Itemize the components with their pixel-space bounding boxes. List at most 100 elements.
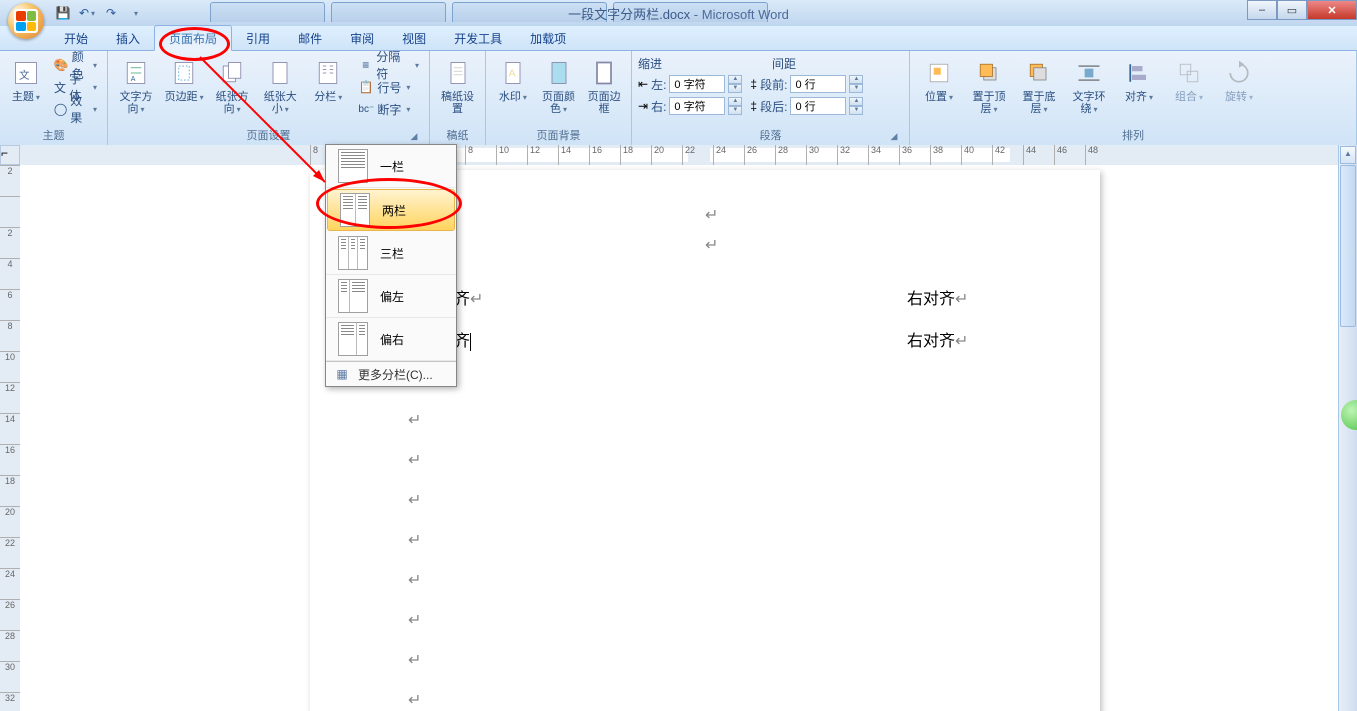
page-color-button[interactable]: 页面颜色▾ xyxy=(538,55,580,118)
position-icon xyxy=(923,57,955,89)
breaks-icon: ≡ xyxy=(358,57,373,73)
taskbar-tab[interactable] xyxy=(613,2,768,22)
fonts-icon: 文 xyxy=(54,79,66,95)
page-border-button[interactable]: 页面边框 xyxy=(583,55,625,117)
paragraph-mark: ↵ xyxy=(408,490,421,510)
watermark-icon: A xyxy=(497,57,529,89)
indent-left-input[interactable] xyxy=(669,75,725,93)
paragraph-mark: ↵ xyxy=(408,610,421,630)
columns-button[interactable]: 分栏▾ xyxy=(306,55,350,106)
save-icon: 💾 xyxy=(56,6,71,20)
columns-left[interactable]: 偏左 xyxy=(326,275,456,318)
spinner-buttons[interactable]: ▲▼ xyxy=(849,97,863,115)
indent-right-icon: ⇥ xyxy=(638,99,648,113)
tab-developer[interactable]: 开发工具 xyxy=(440,26,516,50)
page-color-icon xyxy=(543,57,575,89)
position-button[interactable]: 位置▾ xyxy=(916,55,962,106)
themes-button[interactable]: 文 主题▾ xyxy=(6,55,46,106)
spinner-buttons[interactable]: ▲▼ xyxy=(849,75,863,93)
vertical-ruler[interactable]: 22468101214161820222426283032 xyxy=(0,165,21,711)
text[interactable]: 右对齐 xyxy=(907,333,955,350)
columns-one-icon xyxy=(338,149,368,183)
chevron-down-icon: ▾ xyxy=(134,9,138,18)
page-viewport[interactable]: ↵ ↵ 齐↵ 右对齐↵ 齐 右对齐↵ ↵ ↵ ↵ ↵ ↵ ↵ ↵ ↵ ↵ xyxy=(20,165,1339,711)
group-button[interactable]: 组合▾ xyxy=(1166,55,1212,106)
ribbon: 文 主题▾ 🎨颜色▾ 文字体▾ ◯效果▾ 主题 A文字方向▾ 页边距▾ 纸张方向… xyxy=(0,51,1357,146)
group-label: 页面背景 xyxy=(492,127,625,145)
close-button[interactable]: ✕ xyxy=(1307,0,1357,20)
tab-view[interactable]: 视图 xyxy=(388,26,440,50)
minimize-button[interactable]: – xyxy=(1247,0,1277,20)
tab-page-layout[interactable]: 页面布局 xyxy=(154,25,232,51)
theme-effects[interactable]: ◯效果▾ xyxy=(50,99,101,119)
paper-settings-button[interactable]: 稿纸设置 xyxy=(436,55,479,117)
hyphenation-button[interactable]: bc⁻断字▾ xyxy=(354,99,423,119)
document-area: ⌐ 82468101214161820222426283032343638404… xyxy=(0,145,1357,711)
watermark-button[interactable]: A水印▾ xyxy=(492,55,534,106)
tab-addins[interactable]: 加载项 xyxy=(516,26,580,50)
text-cursor xyxy=(470,333,471,351)
taskbar-tab[interactable] xyxy=(452,2,607,22)
text-direction-button[interactable]: A文字方向▾ xyxy=(114,55,158,118)
size-icon xyxy=(264,57,296,89)
quick-access-toolbar: 💾 ↶▾ ↷ ▾ xyxy=(52,2,146,24)
columns-more-icon: ▦ xyxy=(334,366,350,382)
space-before-icon: ‡ xyxy=(750,77,757,91)
dialog-launcher[interactable]: ◢ xyxy=(887,129,901,143)
redo-button[interactable]: ↷ xyxy=(100,2,122,24)
rotate-button[interactable]: 旋转▾ xyxy=(1216,55,1262,106)
more-columns[interactable]: ▦ 更多分栏(C)... xyxy=(326,362,456,386)
taskbar-tab[interactable] xyxy=(331,2,446,22)
office-button[interactable] xyxy=(8,3,44,39)
space-before-input[interactable] xyxy=(790,75,846,93)
group-icon xyxy=(1173,57,1205,89)
spinner-buttons[interactable]: ▲▼ xyxy=(728,97,742,115)
dropdown-item-label: 偏左 xyxy=(380,288,404,305)
columns-two[interactable]: 两栏 xyxy=(327,189,455,231)
breaks-button[interactable]: ≡分隔符▾ xyxy=(354,55,423,75)
dropdown-item-label: 偏右 xyxy=(380,331,404,348)
paragraph-mark: ↵ xyxy=(408,530,421,550)
space-before-label: 段前: xyxy=(760,76,787,93)
columns-three[interactable]: 三栏 xyxy=(326,232,456,275)
spinner-buttons[interactable]: ▲▼ xyxy=(728,75,742,93)
taskbar-tab[interactable] xyxy=(210,2,325,22)
indent-right-input[interactable] xyxy=(669,97,725,115)
paragraph-mark: ↵ xyxy=(408,450,421,470)
columns-two-icon xyxy=(340,193,370,227)
save-button[interactable]: 💾 xyxy=(52,2,74,24)
send-back-button[interactable]: 置于底层▾ xyxy=(1016,55,1062,118)
scroll-thumb[interactable] xyxy=(1340,165,1356,327)
chevron-down-icon: ▾ xyxy=(91,9,95,18)
bring-front-button[interactable]: 置于顶层▾ xyxy=(966,55,1012,118)
ribbon-tabs: 开始 插入 页面布局 引用 邮件 审阅 视图 开发工具 加载项 xyxy=(0,26,1357,51)
scroll-up-button[interactable]: ▲ xyxy=(1340,146,1356,164)
margins-button[interactable]: 页边距▾ xyxy=(162,55,206,106)
align-button[interactable]: 对齐▾ xyxy=(1116,55,1162,106)
colors-icon: 🎨 xyxy=(54,57,69,73)
columns-right[interactable]: 偏右 xyxy=(326,318,456,361)
maximize-button[interactable]: ▭ xyxy=(1277,0,1307,20)
undo-button[interactable]: ↶▾ xyxy=(76,2,98,24)
tab-home[interactable]: 开始 xyxy=(50,26,102,50)
qat-customize[interactable]: ▾ xyxy=(124,2,146,24)
tab-references[interactable]: 引用 xyxy=(232,26,284,50)
tab-mailings[interactable]: 邮件 xyxy=(284,26,336,50)
columns-one[interactable]: 一栏 xyxy=(326,145,456,188)
space-after-input[interactable] xyxy=(790,97,846,115)
tab-insert[interactable]: 插入 xyxy=(102,26,154,50)
horizontal-ruler[interactable]: 8246810121416182022242628303234363840424… xyxy=(20,145,1339,166)
orientation-button[interactable]: 纸张方向▾ xyxy=(210,55,254,118)
text-wrap-button[interactable]: 文字环绕▾ xyxy=(1066,55,1112,118)
paragraph-mark: ↵ xyxy=(408,570,421,590)
dialog-launcher[interactable]: ◢ xyxy=(407,129,421,143)
paragraph-mark: ↵ xyxy=(705,235,718,255)
text[interactable]: 右对齐 xyxy=(907,291,955,308)
margins-icon xyxy=(168,57,200,89)
line-numbers-button[interactable]: 📋行号▾ xyxy=(354,77,423,97)
group-paper: 稿纸设置 稿纸 xyxy=(430,51,486,145)
size-button[interactable]: 纸张大小▾ xyxy=(258,55,302,118)
tab-review[interactable]: 审阅 xyxy=(336,26,388,50)
columns-dropdown: 一栏 两栏 三栏 偏左 偏右 ▦ 更多分栏(C)... xyxy=(325,144,457,387)
indent-left-label: 左: xyxy=(651,76,666,93)
